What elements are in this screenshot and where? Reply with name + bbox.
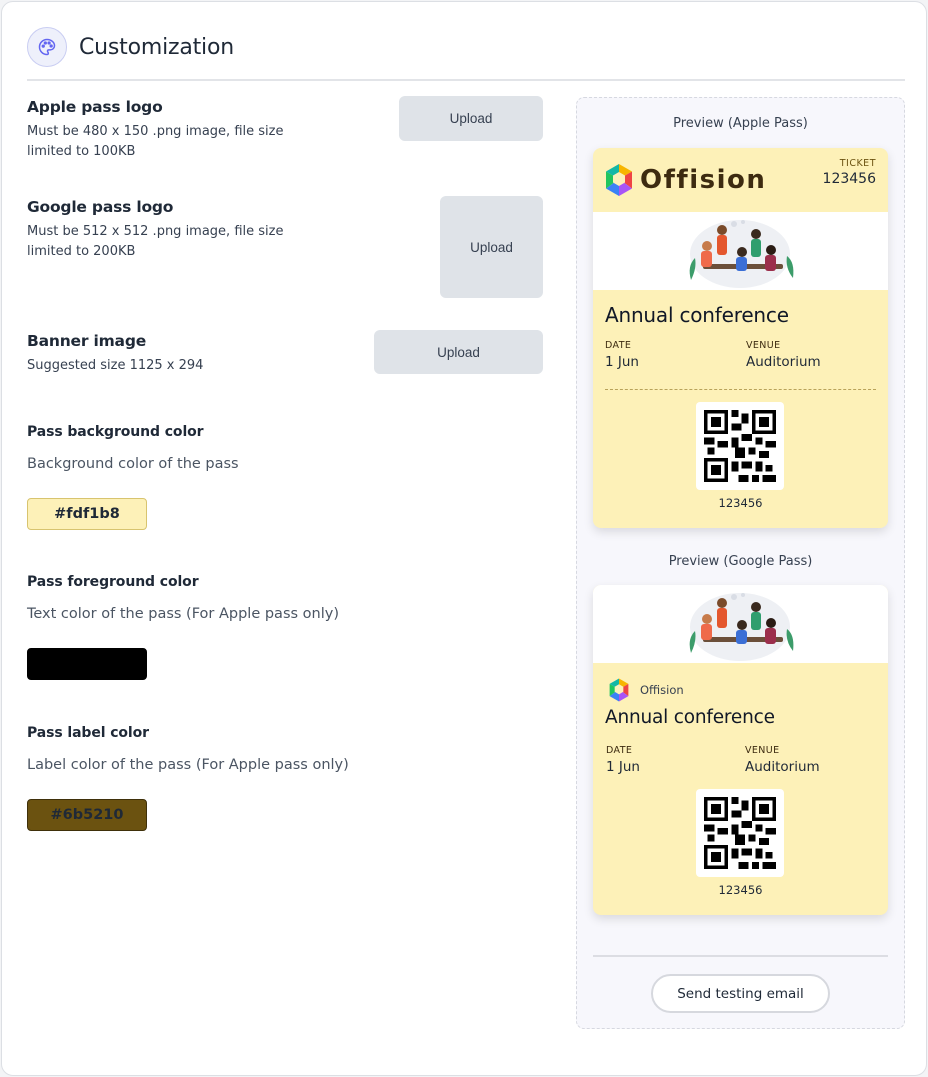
apple-logo-upload-button[interactable]: Upload xyxy=(399,96,543,141)
header-divider xyxy=(27,79,905,81)
setting-desc: Must be 512 x 512 .png image, file size l… xyxy=(27,224,284,259)
setting-title: Banner image xyxy=(27,332,147,350)
color-title: Pass foreground color xyxy=(27,574,199,590)
send-testing-email-button[interactable]: Send testing email xyxy=(651,974,830,1013)
color-title: Pass background color xyxy=(27,424,204,440)
offision-logo-icon xyxy=(606,164,632,196)
setting-desc: Suggested size 1125 x 294 xyxy=(27,358,204,373)
banner-upload-button[interactable]: Upload xyxy=(374,330,543,374)
pass-separator xyxy=(605,389,876,390)
offision-logo-icon xyxy=(609,678,629,702)
bg-color-setting: Pass background color Background color o… xyxy=(27,424,239,530)
preview-panel: Preview (Apple Pass) Offision TICKET 123… xyxy=(576,97,905,1029)
setting-title: Apple pass logo xyxy=(27,98,163,116)
qr-number: 123456 xyxy=(718,496,763,510)
banner-illustration xyxy=(593,585,888,663)
setting-title: Google pass logo xyxy=(27,198,174,216)
fg-color-swatch[interactable] xyxy=(27,648,147,680)
bg-color-swatch[interactable]: #fdf1b8 xyxy=(27,498,147,530)
pass-logo: Offision xyxy=(604,162,766,198)
qr-code-icon xyxy=(696,402,784,490)
fg-color-setting: Pass foreground color Text color of the … xyxy=(27,574,339,680)
color-desc: Background color of the pass xyxy=(27,456,239,472)
venue-value: Auditorium xyxy=(746,354,821,370)
google-pass-preview: Offision Annual conference DATE 1 Jun VE… xyxy=(593,585,888,915)
label-color-swatch[interactable]: #6b5210 xyxy=(27,799,147,831)
palette-icon xyxy=(27,27,67,67)
date-value: 1 Jun xyxy=(605,354,639,370)
apple-pass-preview: Offision TICKET 123456 Annual conference… xyxy=(593,148,888,528)
color-desc: Text color of the pass (For Apple pass o… xyxy=(27,606,339,622)
apple-preview-label: Preview (Apple Pass) xyxy=(673,116,808,131)
panel-divider xyxy=(593,955,888,957)
qr-number: 123456 xyxy=(718,883,763,897)
venue-value: Auditorium xyxy=(745,759,820,775)
google-preview-label: Preview (Google Pass) xyxy=(668,554,813,569)
ticket-block: TICKET 123456 xyxy=(822,158,876,187)
color-title: Pass label color xyxy=(27,725,149,741)
label-color-setting: Pass label color Label color of the pass… xyxy=(27,725,349,831)
google-logo-upload-button[interactable]: Upload xyxy=(440,196,543,298)
date-label: DATE xyxy=(605,340,632,351)
brand-name: Offision xyxy=(640,165,767,195)
customization-card: Customization Apple pass logo Must be 48… xyxy=(1,1,927,1076)
color-desc: Label color of the pass (For Apple pass … xyxy=(27,757,349,773)
section-header: Customization xyxy=(27,26,234,68)
banner-setting: Banner image Suggested size 1125 x 294 xyxy=(27,332,203,376)
date-value: 1 Jun xyxy=(606,759,640,775)
event-title: Annual conference xyxy=(605,303,789,327)
apple-logo-setting: Apple pass logo Must be 480 x 150 .png i… xyxy=(27,98,283,162)
banner-illustration xyxy=(593,212,888,290)
google-logo-setting: Google pass logo Must be 512 x 512 .png … xyxy=(27,198,283,262)
venue-label: VENUE xyxy=(746,340,781,351)
event-title: Annual conference xyxy=(605,707,775,728)
venue-label: VENUE xyxy=(745,745,780,756)
date-label: DATE xyxy=(606,745,633,756)
qr-code-icon xyxy=(696,789,784,877)
setting-desc: Must be 480 x 150 .png image, file size l… xyxy=(27,124,284,159)
section-title: Customization xyxy=(79,34,234,60)
google-pass-brand: Offision xyxy=(608,677,684,703)
